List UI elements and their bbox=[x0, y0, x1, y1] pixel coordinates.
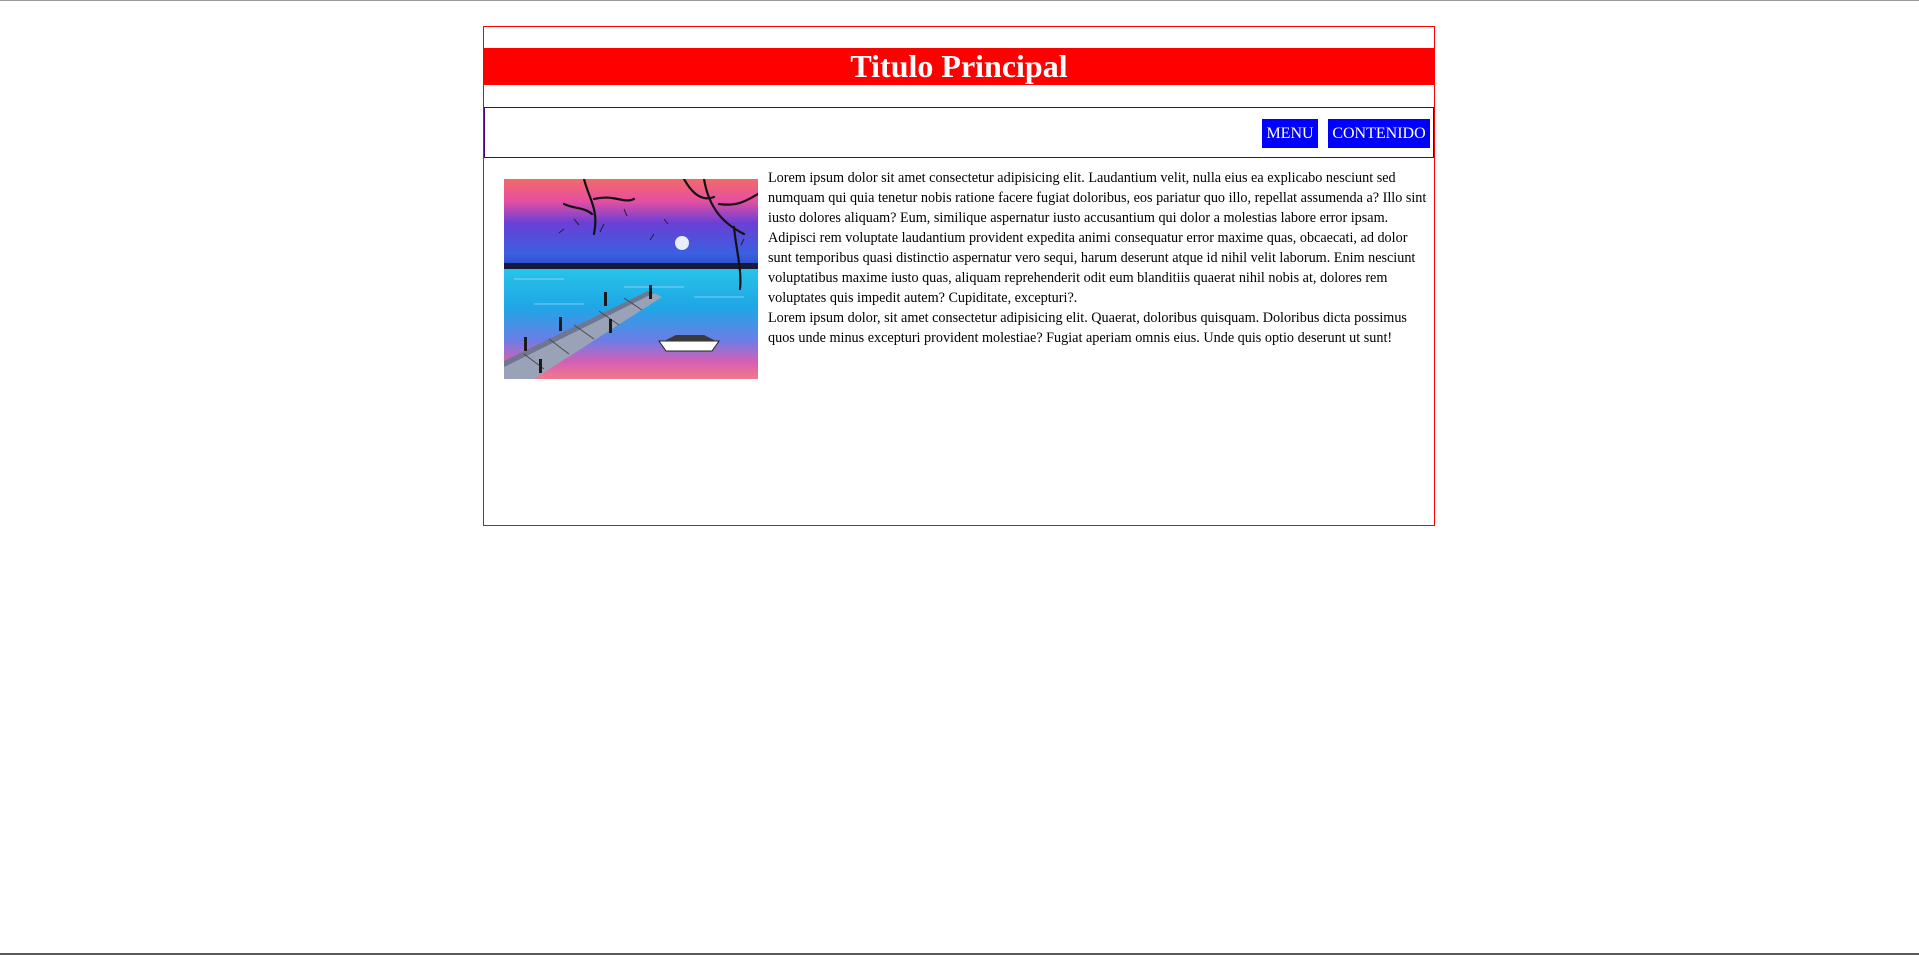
top-rule bbox=[0, 0, 1919, 1]
content-text: Lorem ipsum dolor sit amet consectetur a… bbox=[768, 168, 1428, 348]
lake-painting-image bbox=[504, 179, 758, 379]
content-paragraph-1: Lorem ipsum dolor sit amet consectetur a… bbox=[768, 170, 1427, 306]
nav-bar: MENU CONTENIDO bbox=[484, 107, 1434, 158]
nav-item-menu[interactable]: MENU bbox=[1262, 119, 1318, 148]
page-wrapper: Titulo Principal MENU CONTENIDO Lorem ip… bbox=[483, 26, 1435, 526]
nav-item-contenido[interactable]: CONTENIDO bbox=[1328, 119, 1430, 148]
page-title: Titulo Principal bbox=[484, 48, 1434, 85]
content-paragraph-2: Lorem ipsum dolor, sit amet consectetur … bbox=[768, 310, 1407, 346]
